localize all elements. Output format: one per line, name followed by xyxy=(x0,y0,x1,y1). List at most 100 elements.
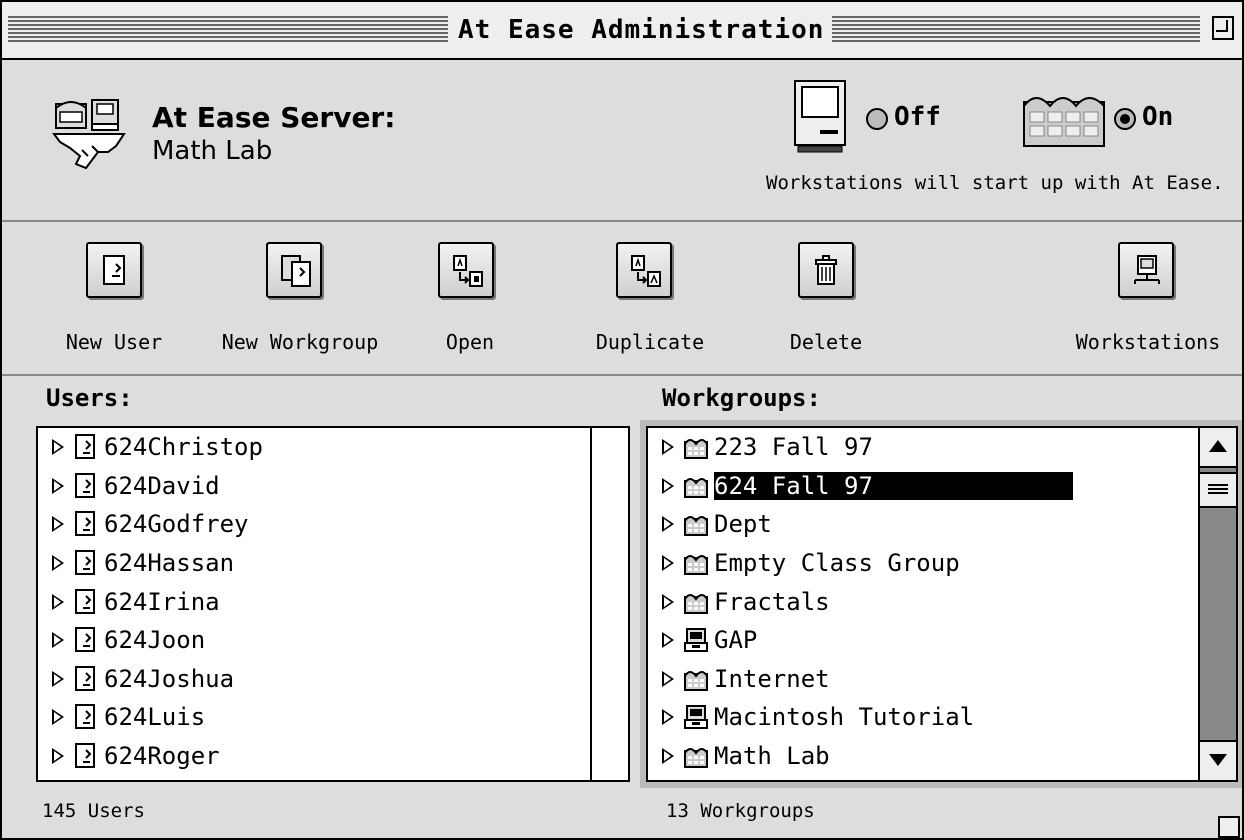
workgroup-list-item[interactable]: GAP xyxy=(648,621,1198,660)
user-list-item[interactable]: 624Joshua xyxy=(38,660,628,699)
user-icon xyxy=(75,588,95,614)
new-user-button[interactable] xyxy=(86,242,142,298)
workgroup-list-item[interactable]: Fractals xyxy=(648,582,1198,621)
user-list-item[interactable]: 624Christop xyxy=(38,428,628,467)
user-list-item[interactable]: 624Luis xyxy=(38,698,628,737)
folder-icon xyxy=(684,748,708,769)
server-hand-icon xyxy=(52,99,126,170)
workgroups-list[interactable]: 223 Fall 97 624 Fall 97 Dept Empty Class Gr… xyxy=(646,426,1238,782)
workgroups-scrollbar[interactable] xyxy=(1200,428,1236,780)
user-icon xyxy=(75,472,95,498)
user-name: 624Luis xyxy=(104,703,206,732)
workgroup-list-item[interactable]: Math Lab xyxy=(648,737,1198,776)
duplicate-label: Duplicate xyxy=(595,330,705,354)
user-icon xyxy=(75,550,95,576)
user-list-item[interactable]: 624Roger xyxy=(38,737,628,776)
workgroup-list-item[interactable]: Internet xyxy=(648,660,1198,699)
footer: 145 Users 13 Workgroups xyxy=(2,784,1242,838)
startup-note: Workstations will start up with At Ease. xyxy=(766,172,1224,194)
zoom-box-icon[interactable] xyxy=(1212,16,1234,40)
new-workgroup-button[interactable] xyxy=(266,242,322,298)
window-title: At Ease Administration xyxy=(450,8,833,52)
toolbar: New User New Workgroup Open Duplicate De… xyxy=(2,222,1242,376)
open-button[interactable] xyxy=(438,242,494,298)
server-icon xyxy=(684,628,708,653)
disclosure-triangle-icon[interactable] xyxy=(662,516,674,533)
open-label: Open xyxy=(445,330,495,354)
user-list-item[interactable]: 624Joon xyxy=(38,621,628,660)
disclosure-triangle-icon[interactable] xyxy=(52,439,64,456)
user-icon xyxy=(75,665,95,691)
disclosure-triangle-icon[interactable] xyxy=(52,477,64,494)
scroll-down-arrow-icon[interactable] xyxy=(1200,740,1236,780)
workgroup-icon xyxy=(281,255,311,287)
disclosure-triangle-icon[interactable] xyxy=(662,593,674,610)
user-name: 624Godfrey xyxy=(104,510,249,539)
open-icon xyxy=(453,255,483,287)
users-header: Users: xyxy=(46,384,133,412)
folder-icon xyxy=(684,439,708,460)
new-user-label: New User xyxy=(65,330,163,354)
workgroup-list-item[interactable]: Empty Class Group xyxy=(648,544,1198,583)
disclosure-triangle-icon[interactable] xyxy=(52,593,64,610)
workgroup-list-item[interactable]: 223 Fall 97 xyxy=(648,428,1198,467)
workstations-button[interactable] xyxy=(1118,242,1174,298)
workgroup-list-item[interactable]: Macintosh Tutorial xyxy=(648,698,1198,737)
server-name: Math Lab xyxy=(152,136,273,166)
disclosure-triangle-icon[interactable] xyxy=(52,632,64,649)
workgroups-count: 13 Workgroups xyxy=(666,800,815,822)
user-list-item[interactable]: 624Irina xyxy=(38,582,628,621)
on-radio-button[interactable] xyxy=(1114,108,1136,130)
disclosure-triangle-icon[interactable] xyxy=(662,670,674,687)
finder-mac-icon xyxy=(794,80,846,153)
user-name: 624Hassan xyxy=(104,549,235,578)
off-label: Off xyxy=(894,102,941,132)
title-bar-stripes-right xyxy=(822,16,1200,42)
disclosure-triangle-icon[interactable] xyxy=(662,477,674,494)
user-list-item[interactable]: 624Hassan xyxy=(38,544,628,583)
scroll-thumb[interactable] xyxy=(1200,472,1236,508)
users-list[interactable]: 624Christop 624David 624Godfrey 624Hassan 62… xyxy=(36,426,630,782)
user-list-item[interactable]: 624Godfrey xyxy=(38,505,628,544)
user-icon xyxy=(75,704,95,730)
disclosure-triangle-icon[interactable] xyxy=(662,555,674,572)
disclosure-triangle-icon[interactable] xyxy=(662,632,674,649)
duplicate-button[interactable] xyxy=(616,242,672,298)
on-label: On xyxy=(1142,102,1174,132)
user-name: 624Roger xyxy=(104,742,220,771)
scroll-up-arrow-icon[interactable] xyxy=(1200,428,1236,468)
server-icon xyxy=(684,705,708,730)
resize-grow-box-icon[interactable] xyxy=(1218,816,1240,838)
disclosure-triangle-icon[interactable] xyxy=(52,748,64,765)
disclosure-triangle-icon[interactable] xyxy=(662,748,674,765)
workgroup-name: Fractals xyxy=(714,587,830,616)
user-name: 624Joshua xyxy=(104,664,235,693)
duplicate-icon xyxy=(631,255,661,287)
workgroup-name: Empty Class Group xyxy=(714,549,960,578)
workgroup-name: GAP xyxy=(714,626,758,655)
disclosure-triangle-icon[interactable] xyxy=(52,709,64,726)
workgroup-list-item[interactable]: 624 Fall 97 xyxy=(648,467,1198,506)
folder-icon xyxy=(684,593,708,614)
workgroup-name: 624 Fall 97 xyxy=(714,471,1073,500)
workgroup-name: Macintosh Tutorial xyxy=(714,703,975,732)
off-radio-button[interactable] xyxy=(866,108,888,130)
server-label: At Ease Server: xyxy=(152,101,396,134)
disclosure-triangle-icon[interactable] xyxy=(52,670,64,687)
disclosure-triangle-icon[interactable] xyxy=(52,555,64,572)
server-caption: At Ease Server: Math Lab xyxy=(152,102,395,167)
user-icon xyxy=(75,743,95,769)
at-ease-folders-icon xyxy=(1023,97,1105,147)
folder-icon xyxy=(684,516,708,537)
user-list-item[interactable]: 624David xyxy=(38,467,628,506)
title-bar[interactable]: At Ease Administration xyxy=(2,2,1242,60)
workgroup-list-item[interactable]: Dept xyxy=(648,505,1198,544)
user-name: 624David xyxy=(104,471,220,500)
disclosure-triangle-icon[interactable] xyxy=(662,439,674,456)
disclosure-triangle-icon[interactable] xyxy=(52,516,64,533)
workgroup-name: 223 Fall 97 xyxy=(714,433,873,462)
disclosure-triangle-icon[interactable] xyxy=(662,709,674,726)
user-icon xyxy=(75,511,95,537)
user-name: 624Irina xyxy=(104,587,220,616)
delete-button[interactable] xyxy=(798,242,854,298)
